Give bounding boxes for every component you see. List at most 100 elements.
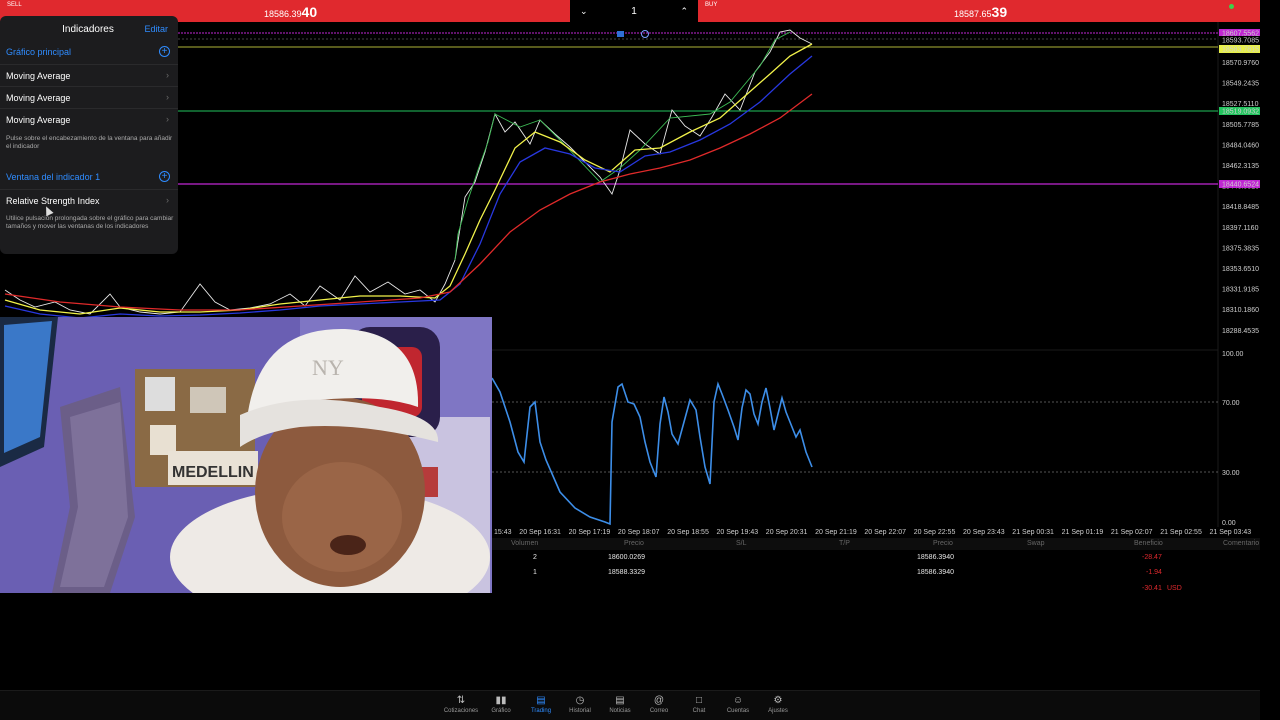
- chevron-up-icon[interactable]: ⌃: [680, 6, 688, 17]
- total-profit: -30.41: [1142, 585, 1162, 592]
- add-indicator-icon[interactable]: +: [159, 171, 170, 182]
- price-tick-label: 18288.4535: [1222, 328, 1259, 335]
- user-icon: ☺: [732, 695, 744, 706]
- cap-logo: NY: [312, 355, 344, 380]
- col-current-price: Precio: [933, 540, 953, 547]
- col-price: Precio: [624, 540, 644, 547]
- news-icon: ▤: [615, 695, 625, 706]
- add-indicator-icon[interactable]: +: [159, 46, 170, 57]
- time-tick-label: 20 Sep 21:19: [815, 529, 857, 536]
- price-tick-label: 18505.7785: [1222, 122, 1259, 129]
- time-tick-label: 21 Sep 03:43: [1210, 529, 1252, 536]
- indicator-item-moving-average[interactable]: Moving Average ›: [0, 86, 178, 108]
- time-tick-label: 21 Sep 01:19: [1062, 529, 1104, 536]
- nav-history[interactable]: ◷ Historial: [560, 695, 600, 714]
- price-tick-label: 18570.9760: [1222, 60, 1259, 67]
- total-row: -30.41 USD: [492, 583, 1260, 597]
- indicator-item-rsi[interactable]: Relative Strength Index ›: [0, 189, 178, 211]
- table-row[interactable]: 2 18600.0269 18586.3940 -28.47: [492, 552, 1260, 566]
- chevron-right-icon: ›: [166, 195, 169, 205]
- nav-accounts[interactable]: ☺ Cuentas: [718, 695, 758, 714]
- time-tick-label: 20 Sep 22:55: [914, 529, 956, 536]
- nav-news[interactable]: ▤ Noticias: [600, 695, 640, 714]
- indicators-panel: Indicadores Editar Gráfico principal + M…: [0, 16, 178, 254]
- time-tick-label: 20 Sep 19:43: [717, 529, 759, 536]
- price-level-tag-label: 18519.0932: [1222, 109, 1259, 116]
- time-tick-label: 21 Sep 02:55: [1160, 529, 1202, 536]
- chevron-right-icon: ›: [166, 114, 169, 124]
- col-tp: T/P: [839, 540, 850, 547]
- nav-quotes[interactable]: ⇅ Cotizaciones: [441, 695, 481, 714]
- indicator-item-moving-average[interactable]: Moving Average ›: [0, 108, 178, 130]
- bottom-navigation: ⇅ Cotizaciones ▮▮ Gráfico ▤ Trading ◷ Histor…: [0, 690, 1260, 720]
- trade-marker[interactable]: [617, 31, 624, 37]
- price-level-tag-label: 18583.7815: [1222, 47, 1259, 54]
- at-icon: @: [653, 695, 665, 706]
- rsi-tick-label: 30.00: [1222, 470, 1240, 477]
- nav-settings[interactable]: ⚙ Ajustes: [758, 695, 798, 714]
- indicator-window-section-header[interactable]: Ventana del indicador 1 +: [0, 167, 178, 187]
- price-tick-label: 18462.3135: [1222, 163, 1259, 170]
- nav-chart[interactable]: ▮▮ Gráfico: [481, 695, 521, 714]
- table-header: Volumen Precio S/L T/P Precio Swap Benef…: [492, 538, 1260, 550]
- gear-icon: ⚙: [773, 695, 783, 706]
- webcam-overlay: MEDELLIN NY: [0, 317, 492, 593]
- rsi-tick-label: 0.00: [1222, 520, 1236, 527]
- clock-icon: ◷: [575, 695, 585, 706]
- time-tick-label: 20 Sep 23:43: [963, 529, 1005, 536]
- price-tick-label: 18549.2435: [1222, 81, 1259, 88]
- price-tick-label: 18353.6510: [1222, 266, 1259, 273]
- time-tick-label: 20 Sep 16:31: [519, 529, 561, 536]
- buy-button[interactable]: BUY 18587.6539: [698, 0, 1260, 22]
- price-tick-label: 18310.1860: [1222, 307, 1259, 314]
- sell-price: 18586.3940: [264, 4, 318, 20]
- edit-button[interactable]: Editar: [144, 24, 168, 34]
- nav-mail[interactable]: @ Correo: [639, 695, 679, 714]
- time-tick-label: 21 Sep 00:31: [1012, 529, 1054, 536]
- col-profit: Beneficio: [1134, 540, 1163, 547]
- total-currency: USD: [1167, 585, 1182, 592]
- indicator-item-moving-average[interactable]: Moving Average ›: [0, 64, 178, 86]
- time-tick-label: 20 Sep 18:55: [667, 529, 709, 536]
- col-swap: Swap: [1027, 540, 1045, 547]
- time-tick-label: 15:43: [494, 529, 512, 536]
- chart-line-icon: ▤: [536, 695, 546, 706]
- col-sl: S/L: [736, 540, 747, 547]
- webcam-image: MEDELLIN NY: [0, 317, 492, 593]
- time-tick-label: 20 Sep 22:07: [864, 529, 906, 536]
- chevron-down-icon[interactable]: ⌄: [580, 6, 588, 17]
- candles-icon: ▮▮: [495, 695, 507, 706]
- trading-app: SELL 18586.3940 BUY 18587.6539 ⌄ 1 ⌃ 185…: [0, 0, 1280, 720]
- time-tick-label: 20 Sep 17:19: [569, 529, 611, 536]
- chevron-right-icon: ›: [166, 70, 169, 80]
- time-tick-label: 20 Sep 20:31: [766, 529, 808, 536]
- lot-stepper[interactable]: ⌄ 1 ⌃: [570, 0, 698, 22]
- lot-value: 1: [631, 5, 637, 17]
- price-tick-label: 18418.8485: [1222, 204, 1259, 211]
- table-row[interactable]: 1 18588.3329 18586.3940 -1.94: [492, 567, 1260, 581]
- wall-sign: MEDELLIN: [172, 464, 254, 481]
- connection-status-dot: [1229, 4, 1234, 9]
- buy-label: BUY: [705, 2, 718, 8]
- main-chart-section-header[interactable]: Gráfico principal +: [0, 42, 178, 62]
- price-tick-label: 18484.0460: [1222, 142, 1259, 149]
- rsi-tick-label: 70.00: [1222, 400, 1240, 407]
- col-volume: Volumen: [511, 540, 539, 547]
- nav-trading[interactable]: ▤ Trading: [521, 695, 561, 714]
- nav-chat[interactable]: □ Chat: [679, 695, 719, 714]
- price-tick-label: 18331.9185: [1222, 287, 1259, 294]
- price-tick-label: 18375.3835: [1222, 245, 1259, 252]
- main-chart-hint: Pulse sobre el encabezamiento de la vent…: [6, 135, 173, 150]
- price-level-tag-label: 18440.6524: [1222, 182, 1259, 189]
- time-tick-label: 21 Sep 02:07: [1111, 529, 1153, 536]
- indicator-window-hint: Utilice pulsación prolongada sobre el gr…: [6, 215, 174, 230]
- sell-label: SELL: [7, 2, 22, 8]
- col-comment: Comentario: [1223, 540, 1260, 547]
- price-tick-label: 18397.1160: [1222, 225, 1259, 232]
- open-positions-table: Volumen Precio S/L T/P Precio Swap Benef…: [492, 538, 1260, 598]
- time-axis: 15:43 20 Sep 16:31 20 Sep 17:19 20 Sep 18:0…: [494, 529, 1251, 536]
- rsi-tick-label: 100.00: [1222, 351, 1244, 358]
- chat-icon: □: [695, 695, 703, 706]
- price-level-tag-label: 18593.7085: [1222, 38, 1259, 45]
- chevron-right-icon: ›: [166, 92, 169, 102]
